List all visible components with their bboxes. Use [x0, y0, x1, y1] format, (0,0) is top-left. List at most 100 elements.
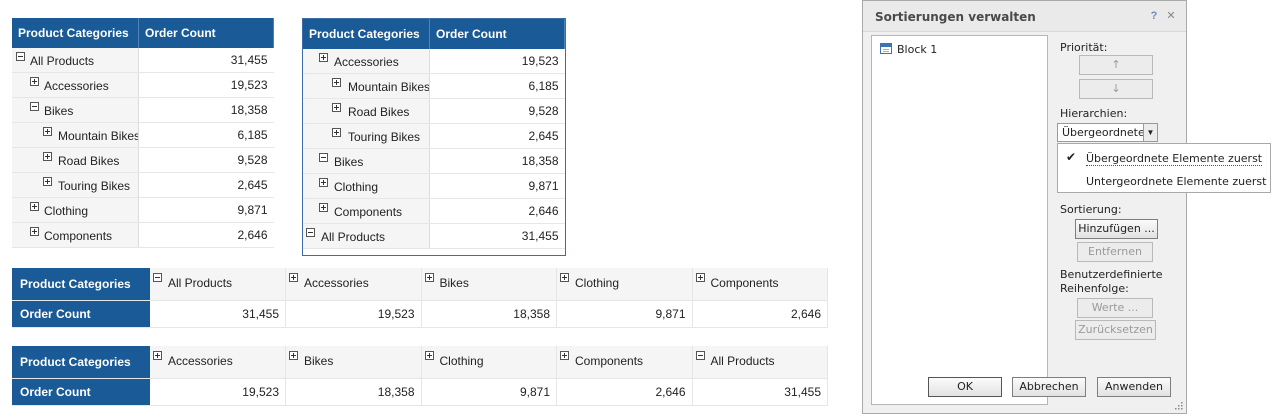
row-label-cell: Mountain Bikes	[303, 73, 430, 99]
row-label-cell: Components	[303, 198, 430, 224]
row-label-cell: Clothing	[303, 173, 430, 199]
row-header-categories[interactable]: Product Categories	[12, 268, 150, 301]
column-value: 9,871	[556, 300, 693, 328]
row-header-count[interactable]: Order Count	[12, 300, 150, 328]
row-value: 9,528	[138, 147, 274, 173]
expand-icon[interactable]	[560, 351, 569, 360]
column-label: Accessories	[168, 354, 233, 368]
row-header-count[interactable]: Order Count	[12, 378, 150, 406]
table-row: Components 2,646	[12, 222, 274, 248]
collapse-icon[interactable]	[319, 153, 328, 162]
column-header-count[interactable]: Order Count	[138, 18, 274, 48]
row-label: Mountain Bikes	[348, 80, 430, 94]
table-row: Mountain Bikes 6,185	[12, 122, 274, 148]
row-value: 6,185	[138, 122, 274, 148]
column-cell: Bikes	[421, 268, 557, 301]
resize-grip-icon[interactable]	[1173, 400, 1183, 410]
priority-label: Priorität:	[1060, 41, 1108, 54]
row-value: 19,523	[429, 49, 565, 74]
expand-icon[interactable]	[332, 78, 341, 87]
expand-icon[interactable]	[289, 273, 298, 282]
expand-icon[interactable]	[30, 202, 39, 211]
row-value: 2,645	[429, 123, 565, 149]
expand-icon[interactable]	[30, 77, 39, 86]
block-label: Block 1	[897, 43, 938, 56]
menu-item-parent-first[interactable]: Übergeordnete Elemente zuerst	[1086, 152, 1263, 166]
expand-icon[interactable]	[332, 128, 341, 137]
hierarchy-table-parent-first: Product Categories Order Count All Produ…	[12, 18, 274, 248]
cancel-button[interactable]: Abbrechen	[1012, 377, 1086, 397]
row-label: Accessories	[334, 55, 399, 69]
remove-sort-button[interactable]: Entfernen	[1077, 242, 1153, 262]
row-label-cell: Bikes	[303, 148, 430, 174]
reset-button[interactable]: Zurücksetzen	[1075, 320, 1156, 340]
values-button[interactable]: Werte ...	[1077, 298, 1153, 318]
expand-icon[interactable]	[30, 227, 39, 236]
menu-item-children-first[interactable]: Untergeordnete Elemente zuerst	[1086, 175, 1266, 188]
column-header-categories[interactable]: Product Categories	[303, 19, 430, 49]
row-label-cell: Road Bikes	[12, 147, 139, 173]
expand-icon[interactable]	[424, 351, 434, 360]
row-header-categories[interactable]: Product Categories	[12, 346, 150, 379]
expand-icon[interactable]	[319, 53, 328, 62]
block-list[interactable]: Block 1	[871, 35, 1048, 405]
column-label: All Products	[710, 354, 775, 368]
table-icon	[880, 43, 892, 54]
close-icon[interactable]: ✕	[1165, 10, 1177, 22]
priority-down-button[interactable]: ↓	[1079, 79, 1153, 99]
hierarchy-dropdown-menu: ✔ Übergeordnete Elemente zuerst Untergeo…	[1057, 143, 1271, 193]
row-label: Touring Bikes	[58, 179, 131, 193]
expand-icon[interactable]	[43, 152, 52, 161]
column-header-count[interactable]: Order Count	[429, 19, 565, 49]
dialog-titlebar[interactable]: Sortierungen verwalten ? ✕	[863, 1, 1186, 32]
help-icon[interactable]: ?	[1148, 10, 1160, 22]
row-label-cell: Accessories	[12, 72, 139, 98]
collapse-icon[interactable]	[306, 228, 315, 237]
collapse-icon[interactable]	[153, 273, 162, 282]
row-value: 2,646	[429, 198, 565, 224]
row-label: Clothing	[44, 204, 89, 218]
expand-icon[interactable]	[43, 177, 52, 186]
expand-icon[interactable]	[332, 103, 341, 112]
ok-button[interactable]: OK	[928, 377, 1002, 397]
hierarchy-table-children-first: Product Categories Order Count Accessori…	[303, 19, 565, 249]
column-value: 19,523	[285, 300, 422, 328]
apply-button[interactable]: Anwenden	[1097, 377, 1171, 397]
row-value: 2,645	[138, 172, 274, 198]
expand-icon[interactable]	[560, 273, 569, 282]
expand-icon[interactable]	[319, 203, 328, 212]
collapse-icon[interactable]	[16, 52, 25, 61]
column-cell: Components	[692, 268, 828, 301]
checkmark-icon: ✔	[1066, 150, 1077, 164]
row-label-cell: Clothing	[12, 197, 139, 223]
column-header-categories[interactable]: Product Categories	[12, 18, 139, 48]
row-value: 31,455	[138, 48, 274, 73]
collapse-icon[interactable]	[30, 102, 39, 111]
row-label-cell: All Products	[303, 223, 430, 249]
priority-up-button[interactable]: ↑	[1079, 55, 1153, 75]
hierarchy-selected-value: Übergeordnete...	[1062, 126, 1156, 139]
expand-icon[interactable]	[319, 178, 328, 187]
expand-icon[interactable]	[153, 351, 162, 360]
column-value: 18,358	[285, 378, 422, 406]
dialog-title: Sortierungen verwalten	[875, 10, 1036, 24]
hierarchy-select[interactable]: Übergeordnete... ▼	[1057, 123, 1158, 142]
expand-icon[interactable]	[424, 273, 434, 282]
row-value: 18,358	[138, 97, 274, 123]
expand-icon[interactable]	[289, 351, 298, 360]
column-value: 31,455	[150, 300, 286, 328]
column-label: Bikes	[304, 354, 334, 368]
column-cell: Bikes	[285, 346, 422, 379]
categories-row: Product Categories All Products Accessor…	[12, 268, 828, 301]
table-row: Road Bikes 9,528	[12, 147, 274, 173]
add-sort-button[interactable]: Hinzufügen ...	[1075, 219, 1158, 239]
column-label: Clothing	[575, 276, 620, 290]
table-row: Clothing 9,871	[303, 173, 565, 199]
chevron-down-icon[interactable]: ▼	[1143, 124, 1157, 141]
expand-icon[interactable]	[43, 127, 52, 136]
row-value: 2,646	[138, 222, 274, 248]
row-label: Mountain Bikes	[58, 129, 139, 143]
column-value: 2,646	[692, 300, 828, 328]
collapse-icon[interactable]	[695, 351, 705, 360]
expand-icon[interactable]	[695, 273, 705, 282]
